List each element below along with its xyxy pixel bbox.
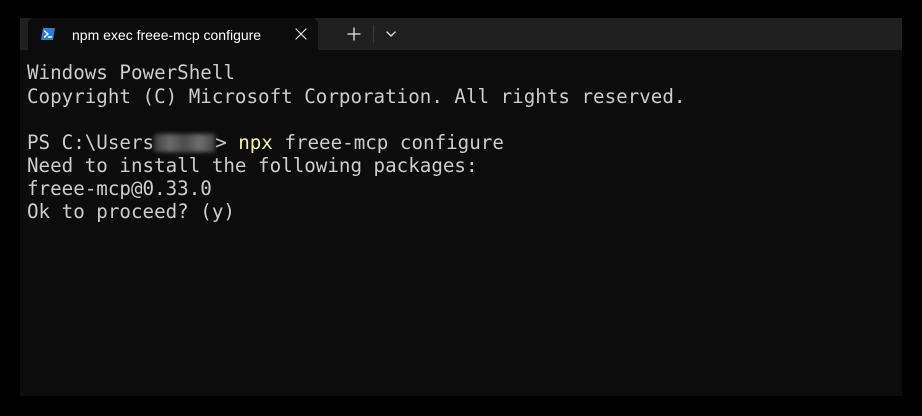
tab-npm-exec[interactable]: npm exec freee-mcp configure	[28, 18, 318, 50]
output-line: freee-mcp@0.33.0	[27, 177, 212, 200]
prompt-prefix: PS C:\Users	[27, 131, 155, 154]
new-tab-button[interactable]	[340, 22, 368, 46]
close-icon[interactable]	[292, 25, 310, 43]
powershell-icon	[41, 28, 55, 40]
chevron-down-icon[interactable]	[378, 22, 404, 46]
copyright-line: Copyright (C) Microsoft Corporation. All…	[27, 85, 686, 108]
tab-divider	[373, 25, 374, 43]
command-executable: npx	[238, 131, 273, 154]
banner-line: Windows PowerShell	[27, 61, 235, 84]
output-line: Need to install the following packages:	[27, 154, 478, 177]
confirm-prompt-line: Ok to proceed? (y)	[27, 200, 235, 223]
prompt-suffix: >	[215, 131, 239, 154]
prompt-line: PS C:\Users > npx freee-mcp configure	[27, 131, 504, 155]
redacted-username	[154, 134, 216, 152]
tab-title: npm exec freee-mcp configure	[72, 27, 262, 43]
terminal-output[interactable]: Windows PowerShell Copyright (C) Microso…	[20, 50, 902, 396]
tab-bar: npm exec freee-mcp configure	[20, 18, 902, 50]
terminal-window: npm exec freee-mcp configure Windows Pow…	[20, 18, 902, 396]
command-args: freee-mcp configure	[272, 131, 504, 154]
